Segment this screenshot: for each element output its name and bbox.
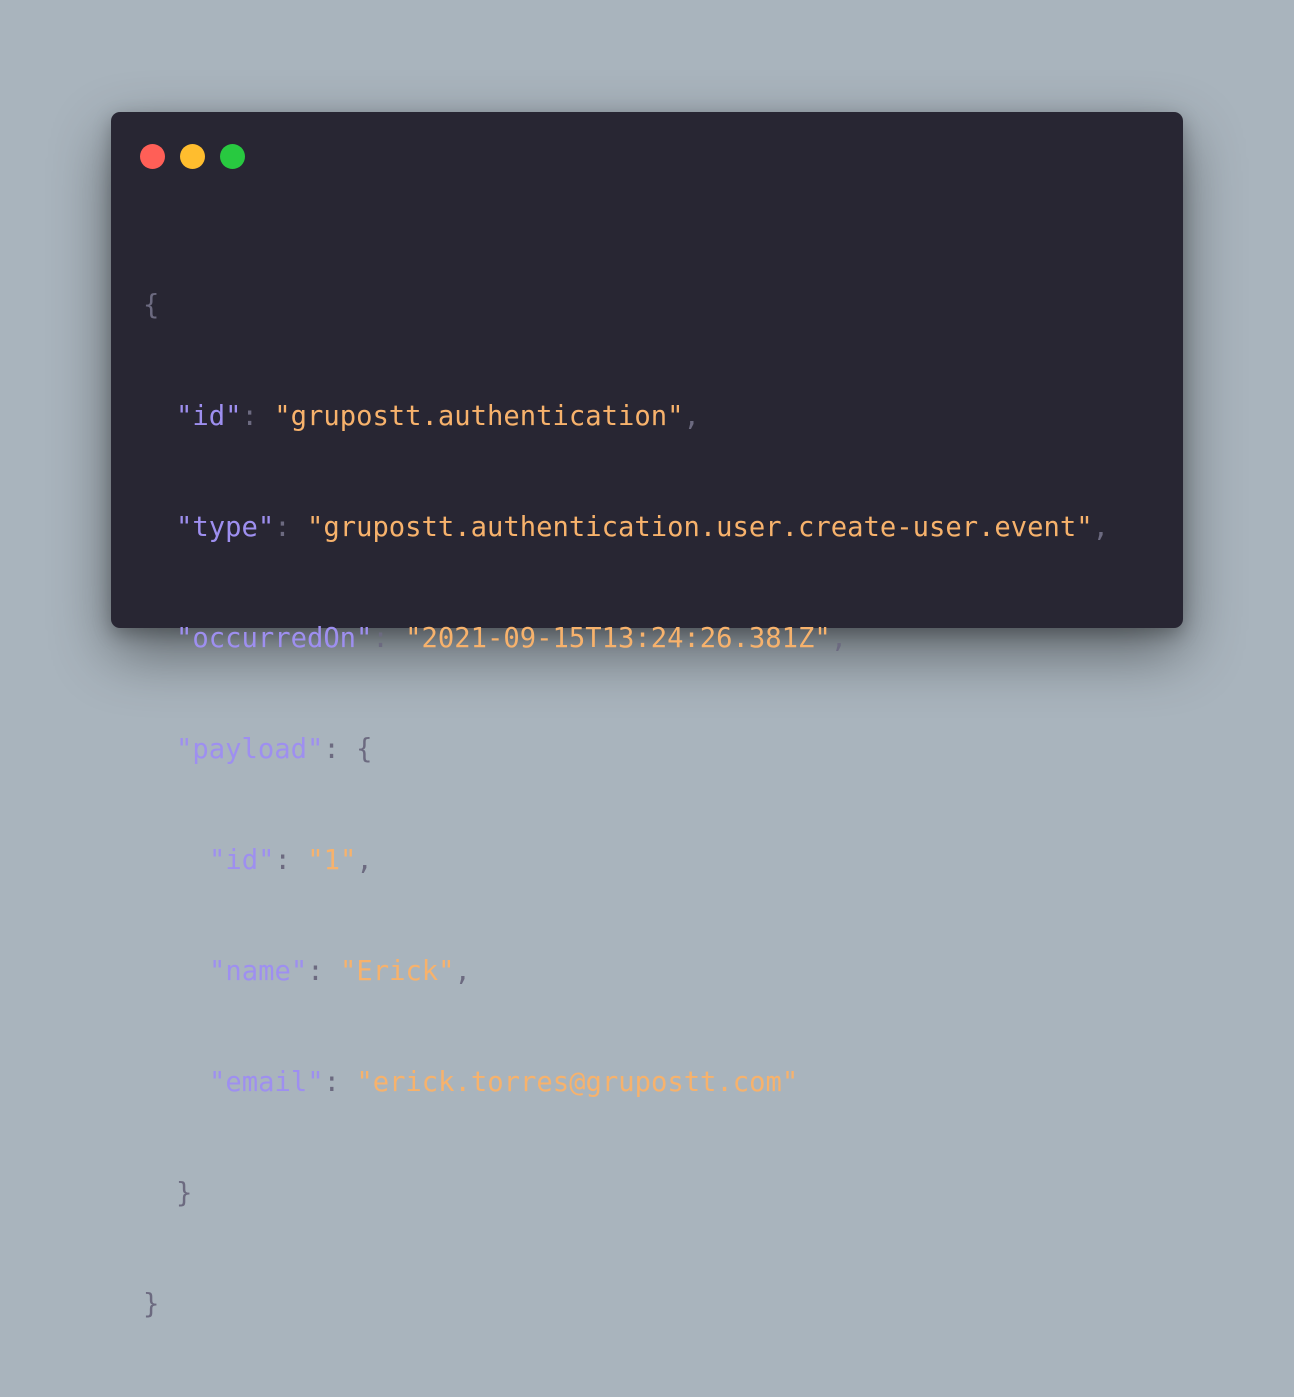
type-key: "type" bbox=[176, 512, 275, 543]
close-dot-icon[interactable] bbox=[140, 144, 165, 169]
comma: , bbox=[830, 623, 848, 654]
type-value: "grupostt.authentication.user.create-use… bbox=[306, 512, 1093, 543]
payload-id-value: "1" bbox=[307, 845, 357, 876]
code-line: } bbox=[143, 1286, 1109, 1323]
occurred-on-value: "2021-09-15T13:24:26.381Z" bbox=[405, 623, 831, 654]
payload-email-key: "email" bbox=[209, 1067, 324, 1098]
code-line: "type": "grupostt.authentication.user.cr… bbox=[143, 509, 1109, 546]
comma: , bbox=[356, 845, 373, 876]
payload-name-key: "name" bbox=[209, 956, 308, 987]
code-line: "id": "grupostt.authentication", bbox=[143, 398, 1109, 435]
comma: , bbox=[683, 401, 700, 432]
colon: : bbox=[274, 845, 308, 876]
colon: : bbox=[241, 401, 275, 432]
payload-email-value: "erick.torres@grupostt.com" bbox=[356, 1067, 799, 1098]
window-controls bbox=[140, 144, 245, 169]
code-line: "id": "1", bbox=[143, 842, 1109, 879]
occurred-on-key: "occurredOn" bbox=[176, 623, 373, 654]
colon: : bbox=[323, 1067, 357, 1098]
close-brace: } bbox=[143, 1289, 160, 1320]
comma: , bbox=[454, 956, 471, 987]
code-line: "email": "erick.torres@grupostt.com" bbox=[143, 1064, 1109, 1101]
colon: : bbox=[323, 734, 357, 765]
code-window: { "id": "grupostt.authentication", "type… bbox=[111, 112, 1183, 1320]
code-line: "name": "Erick", bbox=[143, 953, 1109, 990]
maximize-dot-icon[interactable] bbox=[220, 144, 245, 169]
payload-id-key: "id" bbox=[209, 845, 275, 876]
payload-name-value: "Erick" bbox=[339, 956, 455, 987]
colon: : bbox=[372, 623, 406, 654]
code-line: { bbox=[143, 287, 1109, 324]
payload-close-brace: } bbox=[176, 1178, 193, 1209]
code-line: } bbox=[143, 1175, 1109, 1212]
open-brace: { bbox=[143, 290, 160, 321]
id-key: "id" bbox=[176, 401, 242, 432]
code-line: "occurredOn": "2021-09-15T13:24:26.381Z"… bbox=[143, 620, 1109, 657]
colon: : bbox=[307, 956, 340, 987]
payload-key: "payload" bbox=[176, 734, 324, 765]
colon: : bbox=[274, 512, 307, 543]
payload-open-brace: { bbox=[356, 734, 373, 765]
comma: , bbox=[1092, 512, 1110, 543]
id-value: "grupostt.authentication" bbox=[274, 401, 684, 432]
minimize-dot-icon[interactable] bbox=[180, 144, 205, 169]
json-code-block: { "id": "grupostt.authentication", "type… bbox=[143, 213, 1109, 1397]
code-line: "payload": { bbox=[143, 731, 1109, 768]
